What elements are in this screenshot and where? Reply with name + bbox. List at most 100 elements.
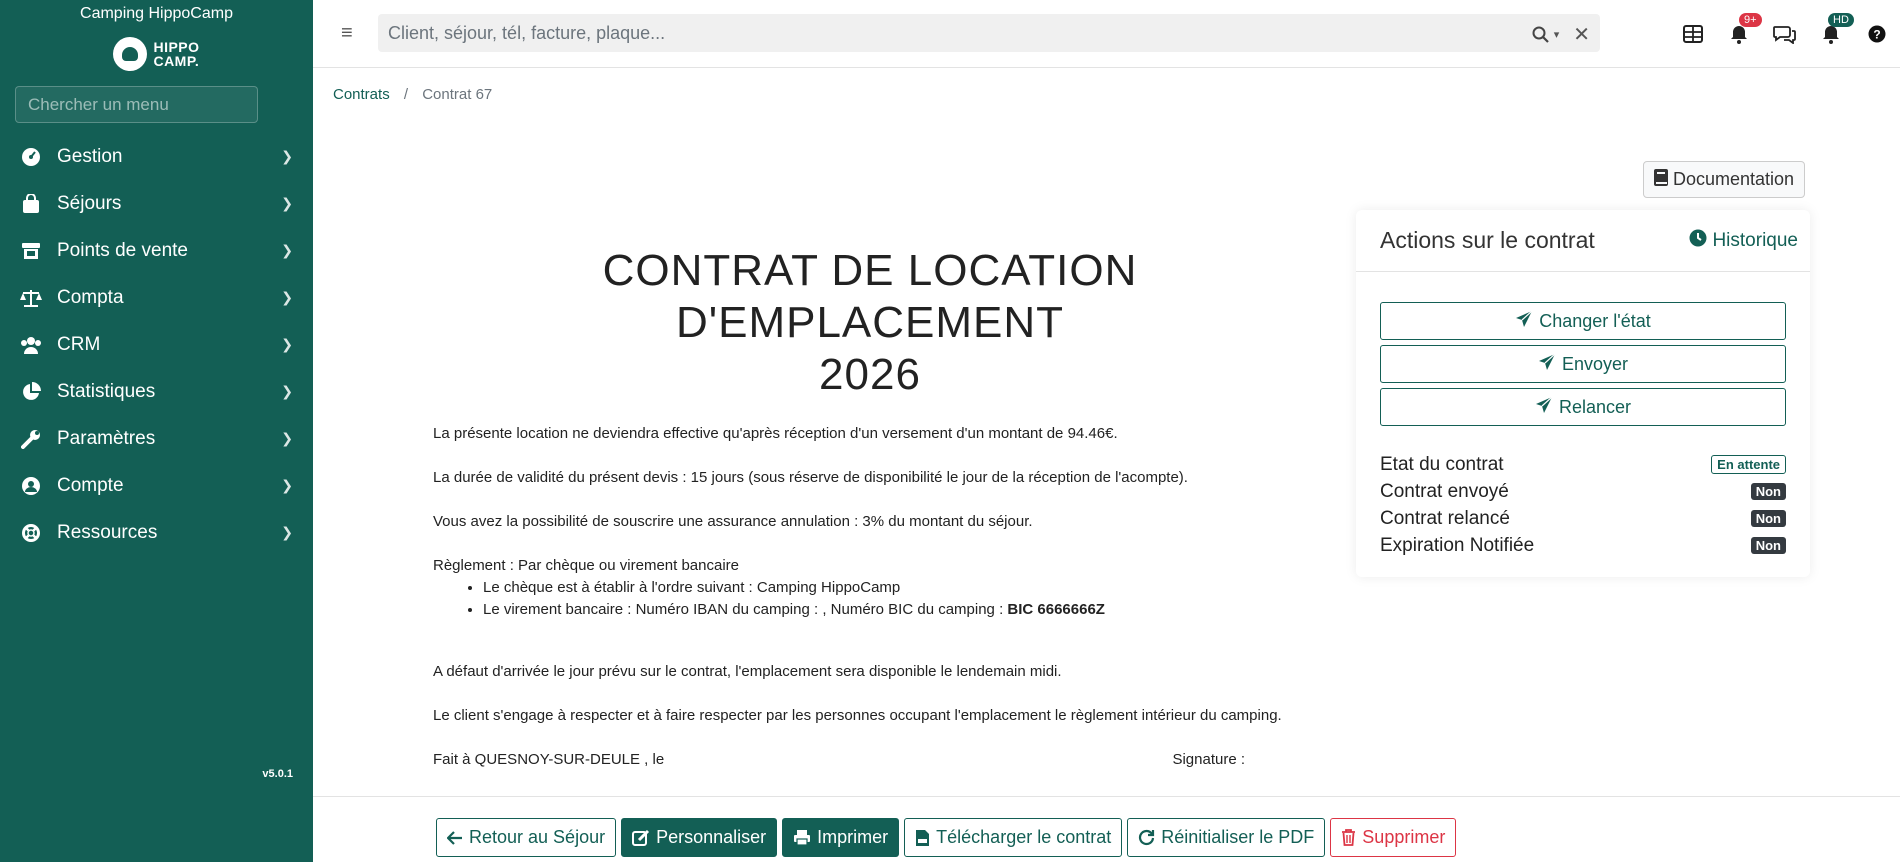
paper-plane-icon bbox=[1538, 353, 1556, 376]
back-to-stay-label: Retour au Séjour bbox=[469, 827, 606, 847]
logo-text-camp: CAMP. bbox=[153, 53, 200, 69]
search-icon bbox=[1532, 26, 1549, 43]
remind-label: Relancer bbox=[1558, 396, 1632, 417]
back-to-stay-button[interactable]: Retour au Séjour bbox=[436, 818, 617, 857]
status-label: Expiration Notifiée bbox=[1380, 534, 1535, 556]
signature-row: Fait à QUESNOY-SUR-DEULE , le Signature … bbox=[433, 749, 1245, 771]
question-circle-icon: ? bbox=[1868, 25, 1886, 43]
sidebar-item-label: Compta bbox=[57, 286, 124, 308]
chevron-right-icon: ❯ bbox=[281, 477, 293, 493]
dashboard-icon bbox=[20, 146, 42, 168]
chevron-right-icon: ❯ bbox=[281, 430, 293, 446]
user-alerts-button[interactable]: HD bbox=[1808, 13, 1854, 44]
contract-actions-card: Actions sur le contrat Historique Change… bbox=[1356, 210, 1810, 577]
history-label: Historique bbox=[1712, 229, 1798, 251]
topbar: ≡ ▾ ✕ 9+ HD ? bbox=[313, 0, 1900, 68]
bell-icon bbox=[1731, 26, 1747, 44]
app-logo[interactable]: HIPPO CAMP. bbox=[0, 28, 313, 80]
actions-card-header: Actions sur le contrat Historique bbox=[1356, 210, 1810, 272]
life-ring-icon bbox=[20, 522, 42, 544]
sidebar-item-label: CRM bbox=[57, 333, 101, 355]
user-initials-badge: HD bbox=[1828, 13, 1854, 27]
reset-pdf-button[interactable]: Réinitialiser le PDF bbox=[1127, 818, 1326, 857]
sidebar-item-statistiques[interactable]: Statistiques ❯ bbox=[0, 368, 313, 415]
sidebar-item-label: Paramètres bbox=[57, 427, 156, 449]
actions-card-title: Actions sur le contrat bbox=[1380, 227, 1595, 253]
download-contract-button[interactable]: Télécharger le contrat bbox=[904, 818, 1123, 857]
sidebar-item-crm[interactable]: CRM ❯ bbox=[0, 321, 313, 368]
menu-search-input[interactable]: Chercher un menu bbox=[15, 86, 258, 123]
customize-button[interactable]: Personnaliser bbox=[621, 818, 778, 857]
search-options-dropdown[interactable]: ▾ bbox=[1532, 26, 1559, 44]
print-button[interactable]: Imprimer bbox=[782, 818, 900, 857]
paper-plane-icon bbox=[1535, 396, 1553, 419]
bic-number: BIC 6666666Z bbox=[1007, 601, 1105, 618]
payment-methods-list: Le chèque est à établir à l'ordre suivan… bbox=[483, 577, 1293, 621]
contract-paragraph: La présente location ne deviendra effect… bbox=[433, 425, 1118, 442]
arrow-left-icon bbox=[447, 830, 463, 845]
notifications-button[interactable]: 9+ bbox=[1716, 13, 1762, 44]
print-label: Imprimer bbox=[817, 827, 889, 847]
remind-button[interactable]: Relancer bbox=[1380, 388, 1786, 426]
sidebar-item-label: Gestion bbox=[57, 145, 123, 167]
status-row: Contrat relancé Non bbox=[1380, 505, 1786, 532]
chevron-right-icon: ❯ bbox=[281, 148, 293, 164]
shopping-bag-icon bbox=[20, 193, 42, 215]
chevron-right-icon: ❯ bbox=[281, 383, 293, 399]
bell-icon bbox=[1823, 26, 1839, 44]
status-badge: En attente bbox=[1711, 455, 1786, 474]
user-circle-icon bbox=[20, 475, 42, 497]
comments-icon bbox=[1773, 26, 1796, 44]
status-label: Contrat envoyé bbox=[1380, 480, 1509, 502]
contract-title: CONTRAT DE LOCATION D'EMPLACEMENT 2026 bbox=[420, 245, 1320, 401]
store-icon bbox=[20, 240, 42, 262]
sidebar-item-compta[interactable]: Compta ❯ bbox=[0, 274, 313, 321]
sidebar-item-gestion[interactable]: Gestion ❯ bbox=[0, 133, 313, 180]
delete-button[interactable]: Supprimer bbox=[1330, 818, 1457, 857]
sidebar-item-sejours[interactable]: Séjours ❯ bbox=[0, 180, 313, 227]
refresh-icon bbox=[1138, 829, 1155, 846]
trash-icon bbox=[1341, 829, 1356, 846]
status-badge: Non bbox=[1750, 510, 1786, 527]
sidebar-item-label: Compte bbox=[57, 474, 124, 496]
app-version: v5.0.1 bbox=[262, 768, 293, 780]
sidebar-item-compte[interactable]: Compte ❯ bbox=[0, 462, 313, 509]
sidebar-item-parametres[interactable]: Paramètres ❯ bbox=[0, 415, 313, 462]
status-badge: Non bbox=[1750, 537, 1786, 554]
sidebar-item-label: Statistiques bbox=[57, 380, 156, 402]
camping-name: Camping HippoCamp bbox=[80, 5, 233, 22]
grid-view-button[interactable] bbox=[1670, 25, 1716, 43]
documentation-label: Documentation bbox=[1673, 169, 1795, 189]
help-button[interactable]: ? bbox=[1854, 25, 1900, 43]
contract-reglement: Règlement : Par chèque ou virement banca… bbox=[433, 557, 740, 574]
chart-pie-icon bbox=[20, 381, 42, 403]
send-button[interactable]: Envoyer bbox=[1380, 345, 1786, 383]
change-state-button[interactable]: Changer l'état bbox=[1380, 302, 1786, 340]
table-grid-icon bbox=[1683, 25, 1703, 43]
status-row: Etat du contrat En attente bbox=[1380, 451, 1786, 478]
global-search-input[interactable] bbox=[378, 14, 1478, 52]
chevron-right-icon: ❯ bbox=[281, 336, 293, 352]
contract-paragraph: Le client s'engage à respecter et à fair… bbox=[433, 707, 1282, 724]
sidebar-item-ressources[interactable]: Ressources ❯ bbox=[0, 509, 313, 556]
clock-icon bbox=[1689, 229, 1707, 253]
list-item: Le chèque est à établir à l'ordre suivan… bbox=[483, 577, 1293, 599]
breadcrumb-contrats-link[interactable]: Contrats bbox=[333, 86, 390, 103]
documentation-button[interactable]: Documentation bbox=[1643, 161, 1806, 198]
history-link[interactable]: Historique bbox=[1689, 229, 1798, 253]
contract-paragraph: La durée de validité du présent devis : … bbox=[433, 469, 1188, 486]
hamburger-menu-icon[interactable]: ≡ bbox=[341, 22, 353, 45]
bank-transfer-text: Le virement bancaire : Numéro IBAN du ca… bbox=[483, 601, 1008, 618]
download-contract-label: Télécharger le contrat bbox=[936, 827, 1112, 847]
sidebar-item-label: Points de vente bbox=[57, 239, 188, 261]
contract-title-line1: CONTRAT DE LOCATION D'EMPLACEMENT bbox=[602, 246, 1138, 347]
svg-text:?: ? bbox=[1873, 28, 1880, 42]
contract-paragraph: A défaut d'arrivée le jour prévu sur le … bbox=[433, 663, 1062, 680]
clear-search-icon[interactable]: ✕ bbox=[1573, 22, 1590, 47]
status-row: Contrat envoyé Non bbox=[1380, 478, 1786, 505]
global-search: ▾ ✕ bbox=[378, 14, 1600, 52]
messages-button[interactable] bbox=[1762, 24, 1808, 44]
status-label: Contrat relancé bbox=[1380, 507, 1510, 529]
sidebar-item-points-de-vente[interactable]: Points de vente ❯ bbox=[0, 227, 313, 274]
sidebar-menu: Gestion ❯ Séjours ❯ Points de vente ❯ Co… bbox=[0, 133, 313, 556]
